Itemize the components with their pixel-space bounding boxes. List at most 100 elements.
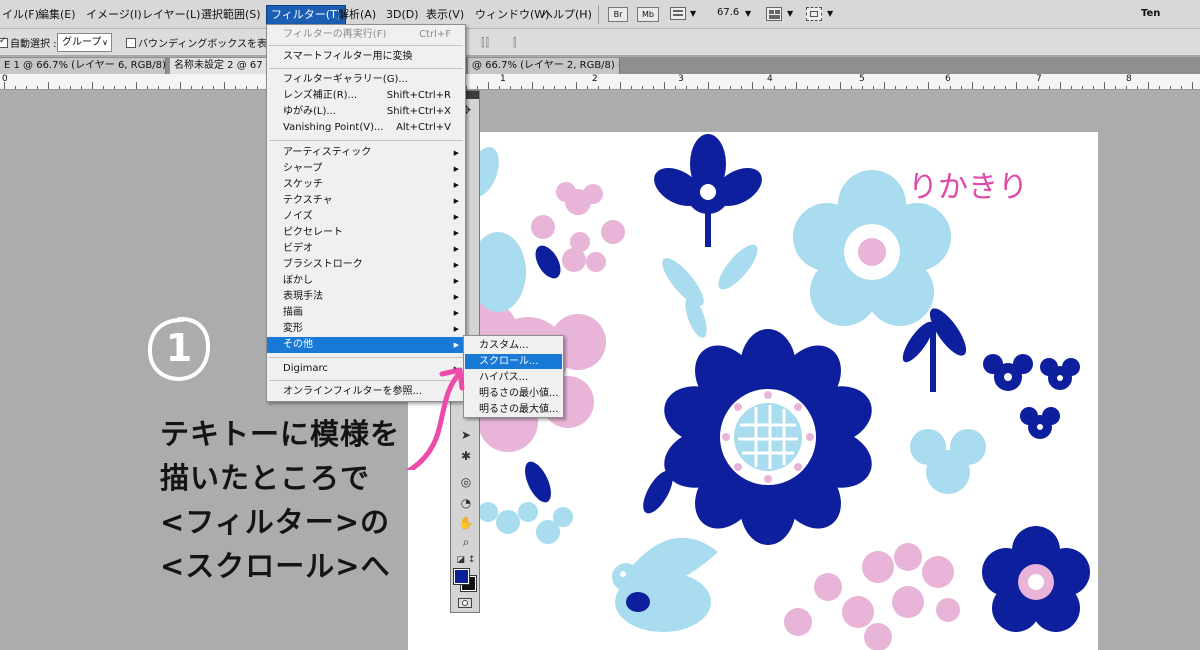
ruler-tick	[928, 82, 929, 89]
menu-help[interactable]: ヘルプ(H)	[538, 6, 596, 24]
document-tab-3[interactable]: @ 66.7% (レイヤー 2, RGB/8) *×	[468, 58, 620, 74]
3d-orbit-tool-icon[interactable]: ◔	[456, 494, 476, 512]
submenu-item-offset[interactable]: スクロール...	[465, 354, 562, 369]
horizontal-ruler: 0 1 2 3 4 5 6 7 8	[0, 74, 1200, 90]
workspace-switcher[interactable]: Ten	[1141, 8, 1160, 19]
3d-rotate-tool-icon[interactable]: ◎	[456, 473, 476, 491]
ruler-tick	[488, 82, 489, 89]
ruler-tick	[675, 86, 676, 89]
menu-analysis[interactable]: 解析(A)	[334, 6, 380, 24]
bounding-box-label: バウンディングボックスを表示	[138, 39, 277, 50]
shortcut-label: Shift+Ctrl+R	[386, 90, 451, 101]
filter-menu-item-brush-strokes[interactable]: ブラシストローク ▶	[267, 257, 465, 273]
zoom-dropdown-icon[interactable]: ▼	[745, 9, 751, 18]
auto-select-dropdown[interactable]: グループ ∨	[57, 33, 112, 52]
arrange-documents-icon[interactable]	[766, 7, 782, 21]
bounding-box-checkbox[interactable]	[126, 38, 136, 48]
menu-item-label: フィルターの再実行(F)	[283, 29, 387, 40]
submenu-item-custom[interactable]: カスタム...	[465, 338, 562, 353]
ruler-tick	[92, 82, 93, 89]
filter-menu-item-distort[interactable]: 変形 ▶	[267, 321, 465, 337]
ruler-tick	[774, 86, 775, 89]
menu-edit[interactable]: 編集(E)	[34, 6, 80, 24]
menu-item-label: その他	[283, 339, 313, 350]
submenu-arrow-icon: ▶	[453, 245, 459, 253]
document-tab-2[interactable]: 名称未設定 2 @ 67	[170, 58, 268, 74]
ruler-tick	[851, 86, 852, 89]
menu-item-label: ピクセレート	[283, 227, 343, 238]
filter-menu-item-artistic[interactable]: アーティスティック ▶	[267, 145, 465, 161]
bridge-button[interactable]: Br	[608, 7, 628, 22]
menu-select[interactable]: 選択範囲(S)	[197, 6, 265, 24]
filter-menu-item-texture[interactable]: テクスチャ ▶	[267, 193, 465, 209]
ruler-tick	[125, 86, 126, 89]
menu-3d[interactable]: 3D(D)	[382, 6, 423, 24]
foreground-color-swatch[interactable]	[453, 568, 470, 585]
ruler-tick	[499, 86, 500, 89]
filter-menu-item-sketch[interactable]: スケッチ ▶	[267, 177, 465, 193]
ruler-number: 6	[945, 74, 951, 84]
filter-menu-item-pixelate[interactable]: ピクセレート ▶	[267, 225, 465, 241]
ruler-tick	[741, 86, 742, 89]
filter-menu-item-noise[interactable]: ノイズ ▶	[267, 209, 465, 225]
ruler-tick	[158, 86, 159, 89]
filter-menu-item-reapply[interactable]: フィルターの再実行(F) Ctrl+F	[267, 27, 465, 43]
extras-icon[interactable]	[670, 7, 686, 20]
menu-item-label: スマートフィルター用に変換	[283, 51, 413, 62]
menu-image[interactable]: イメージ(I)	[82, 6, 146, 24]
filter-menu-item-liquify[interactable]: ゆがみ(L)... Shift+Ctrl+X	[267, 104, 465, 120]
ruler-tick	[917, 86, 918, 89]
arrange-dropdown-icon[interactable]: ▼	[787, 9, 793, 18]
filter-menu-item-stylize[interactable]: 表現手法 ▶	[267, 289, 465, 305]
ruler-tick	[59, 86, 60, 89]
filter-menu-item-render[interactable]: 描画 ▶	[267, 305, 465, 321]
auto-select-option[interactable]: 自動選択 :	[0, 35, 57, 50]
ruler-tick	[510, 86, 511, 89]
submenu-arrow-icon: ▶	[453, 293, 459, 301]
menu-layer[interactable]: レイヤー(L)	[138, 6, 204, 24]
screen-mode-dropdown-icon[interactable]: ▼	[827, 9, 833, 18]
menu-bar: イル(F) 編集(E) イメージ(I) レイヤー(L) 選択範囲(S) フィルタ…	[0, 0, 1200, 29]
filter-menu-item-vanishing-point[interactable]: Vanishing Point(V)... Alt+Ctrl+V	[267, 120, 465, 136]
distribute-icons[interactable]: ⫿⫿	[481, 36, 490, 50]
artist-signature: りかきり	[908, 170, 1028, 205]
ruler-tick	[1093, 86, 1094, 89]
ruler-tick	[1104, 82, 1105, 89]
annotation-text: テキトーに模様を 描いたところで <フィルター>の <スクロール>へ	[160, 412, 420, 588]
submenu-arrow-icon: ▶	[453, 213, 459, 221]
filter-menu-item-sharpen[interactable]: シャープ ▶	[267, 161, 465, 177]
submenu-arrow-icon: ▶	[453, 261, 459, 269]
ruler-tick	[224, 82, 225, 89]
filter-menu-item-blur[interactable]: ぼかし ▶	[267, 273, 465, 289]
extras-dropdown-icon[interactable]: ▼	[690, 9, 696, 18]
submenu-item-minimum[interactable]: 明るさの最小値...	[465, 386, 562, 401]
filter-menu-item-smart-filter[interactable]: スマートフィルター用に変換	[267, 49, 465, 65]
auto-select-checkbox[interactable]	[0, 36, 8, 48]
filter-menu-item-other[interactable]: その他 ▶	[267, 337, 465, 353]
quick-mask-icon[interactable]	[458, 598, 472, 608]
zoom-level[interactable]: 67.6	[717, 7, 739, 18]
auto-align-icon[interactable]: ⫿	[513, 36, 517, 50]
minibridge-button[interactable]: Mb	[637, 7, 659, 22]
shortcut-label: Alt+Ctrl+V	[396, 122, 451, 133]
menu-item-label: ビデオ	[283, 243, 313, 254]
screen-mode-icon[interactable]	[806, 7, 822, 21]
ruler-tick	[653, 86, 654, 89]
ruler-tick	[81, 86, 82, 89]
zoom-tool-icon[interactable]: ⌕	[456, 533, 476, 551]
menu-view[interactable]: 表示(V)	[422, 6, 468, 24]
ruler-tick	[862, 86, 863, 89]
menubar-separator	[598, 5, 599, 24]
menu-separator	[269, 45, 463, 46]
default-colors-icon[interactable]: ◪ ↕	[456, 551, 476, 569]
ruler-number: 4	[767, 74, 773, 84]
submenu-item-maximum[interactable]: 明るさの最大値...	[465, 402, 562, 417]
filter-menu-item-gallery[interactable]: フィルターギャラリー(G)...	[267, 72, 465, 88]
ruler-tick	[246, 86, 247, 89]
filter-menu-item-video[interactable]: ビデオ ▶	[267, 241, 465, 257]
filter-menu-item-lens-correction[interactable]: レンズ補正(R)... Shift+Ctrl+R	[267, 88, 465, 104]
bounding-box-option[interactable]: バウンディングボックスを表示	[126, 35, 277, 50]
hand-tool-icon[interactable]: ✋	[456, 514, 476, 532]
document-tab-1[interactable]: E 1 @ 66.7% (レイヤー 6, RGB/8) *×	[0, 58, 166, 74]
submenu-item-high-pass[interactable]: ハイパス...	[465, 370, 562, 385]
